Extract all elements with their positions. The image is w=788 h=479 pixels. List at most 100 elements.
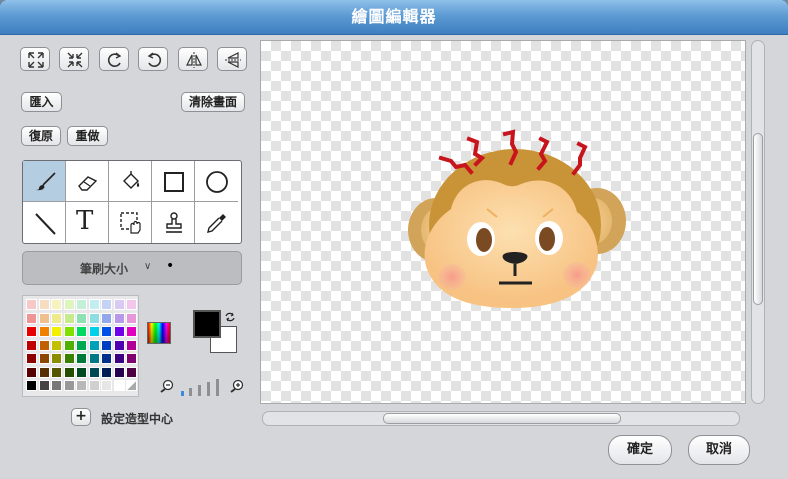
stamp-tool[interactable]	[152, 202, 195, 243]
color-swatch[interactable]	[38, 339, 50, 351]
eyedropper-tool[interactable]	[195, 202, 238, 243]
text-tool[interactable]: T	[66, 202, 109, 243]
color-swatch[interactable]	[101, 312, 112, 324]
color-swatch[interactable]	[76, 339, 87, 351]
color-swatch[interactable]	[26, 312, 37, 324]
color-swatch[interactable]	[63, 366, 75, 378]
horizontal-scroll-thumb[interactable]	[383, 413, 621, 424]
foreground-color-swatch[interactable]	[193, 310, 221, 338]
horizontal-scrollbar[interactable]	[262, 411, 740, 426]
color-swatch[interactable]	[51, 312, 62, 324]
color-swatch[interactable]	[113, 326, 125, 337]
color-swatch[interactable]	[26, 380, 37, 391]
paint-bucket-icon	[123, 171, 140, 189]
zoom-level-bars[interactable]	[180, 378, 222, 396]
eraser-tool[interactable]	[66, 161, 109, 202]
cancel-button[interactable]: 取消	[688, 435, 750, 465]
color-swatch[interactable]	[63, 339, 75, 351]
import-button[interactable]: 匯入	[21, 92, 62, 112]
color-swatch[interactable]	[63, 299, 75, 310]
select-tool[interactable]	[109, 202, 152, 243]
color-swatch[interactable]	[51, 366, 62, 378]
color-swatch[interactable]	[113, 299, 125, 310]
undo-button[interactable]: 復原	[21, 126, 61, 146]
vertical-scroll-thumb[interactable]	[753, 133, 763, 305]
color-swatch[interactable]	[76, 353, 87, 364]
rotate-right-button[interactable]	[138, 47, 168, 71]
drawing-canvas[interactable]	[260, 40, 746, 404]
clear-button[interactable]: 清除畫面	[181, 92, 245, 112]
color-swatch[interactable]	[126, 312, 137, 324]
swap-colors-icon[interactable]	[224, 311, 236, 323]
color-swatch[interactable]	[126, 326, 137, 337]
color-swatch[interactable]	[113, 339, 125, 351]
color-swatch[interactable]	[113, 380, 125, 391]
color-swatch[interactable]	[63, 353, 75, 364]
shrink-button[interactable]	[59, 47, 89, 71]
color-swatch[interactable]	[63, 312, 75, 324]
flip-horizontal-button[interactable]	[178, 47, 208, 71]
vertical-scrollbar[interactable]	[751, 40, 765, 404]
color-swatch[interactable]	[126, 366, 137, 378]
zoom-out-icon[interactable]	[160, 379, 174, 393]
line-tool[interactable]	[23, 202, 66, 243]
color-swatch[interactable]	[38, 326, 50, 337]
ellipse-tool[interactable]	[195, 161, 238, 202]
flip-vertical-button[interactable]	[217, 47, 247, 71]
set-center-button[interactable]: +	[71, 408, 91, 426]
rotate-left-button[interactable]	[99, 47, 129, 71]
color-swatch[interactable]	[76, 299, 87, 310]
color-swatch[interactable]	[76, 326, 87, 337]
color-swatch[interactable]	[101, 366, 112, 378]
color-swatch[interactable]	[76, 312, 87, 324]
color-swatch[interactable]	[38, 380, 50, 391]
color-swatch[interactable]	[88, 339, 100, 351]
eyedropper-icon	[207, 214, 226, 233]
color-swatch[interactable]	[63, 380, 75, 391]
color-swatch[interactable]	[38, 366, 50, 378]
color-swatch[interactable]	[113, 353, 125, 364]
color-swatch[interactable]	[51, 339, 62, 351]
color-swatch[interactable]	[88, 380, 100, 391]
paintbrush-tool[interactable]	[23, 161, 66, 202]
color-swatch[interactable]	[101, 299, 112, 310]
color-swatch[interactable]	[88, 299, 100, 310]
color-swatch[interactable]	[88, 353, 100, 364]
color-swatch[interactable]	[76, 366, 87, 378]
color-swatch[interactable]	[26, 353, 37, 364]
grow-button[interactable]	[20, 47, 50, 71]
color-swatch[interactable]	[51, 353, 62, 364]
color-swatch[interactable]	[26, 339, 37, 351]
color-swatch[interactable]	[38, 353, 50, 364]
brush-size-control[interactable]: 筆刷大小 ∨ •	[22, 251, 242, 285]
color-swatch[interactable]	[101, 380, 112, 391]
color-swatch[interactable]	[113, 312, 125, 324]
color-swatch[interactable]	[26, 326, 37, 337]
color-swatch[interactable]	[26, 299, 37, 310]
color-picker-button[interactable]	[147, 322, 171, 344]
color-swatch[interactable]	[38, 312, 50, 324]
color-swatch[interactable]	[38, 299, 50, 310]
color-swatch[interactable]	[88, 312, 100, 324]
color-swatch[interactable]	[126, 353, 137, 364]
redo-button[interactable]: 重做	[67, 126, 108, 146]
color-swatch[interactable]	[26, 366, 37, 378]
color-swatch[interactable]	[51, 380, 62, 391]
color-swatch[interactable]	[101, 353, 112, 364]
rectangle-tool[interactable]	[152, 161, 195, 202]
color-swatch[interactable]	[126, 299, 137, 310]
color-swatch[interactable]	[51, 326, 62, 337]
color-swatch[interactable]	[101, 339, 112, 351]
color-swatch[interactable]	[113, 366, 125, 378]
zoom-in-icon[interactable]	[230, 379, 244, 393]
color-swatch[interactable]	[101, 326, 112, 337]
color-swatch[interactable]	[88, 366, 100, 378]
color-swatch[interactable]	[76, 380, 87, 391]
fill-tool[interactable]	[109, 161, 152, 202]
ok-button[interactable]: 確定	[608, 435, 672, 465]
color-swatch[interactable]	[126, 380, 137, 391]
color-swatch[interactable]	[88, 326, 100, 337]
color-swatch[interactable]	[126, 339, 137, 351]
color-swatch[interactable]	[51, 299, 62, 310]
color-swatch[interactable]	[63, 326, 75, 337]
